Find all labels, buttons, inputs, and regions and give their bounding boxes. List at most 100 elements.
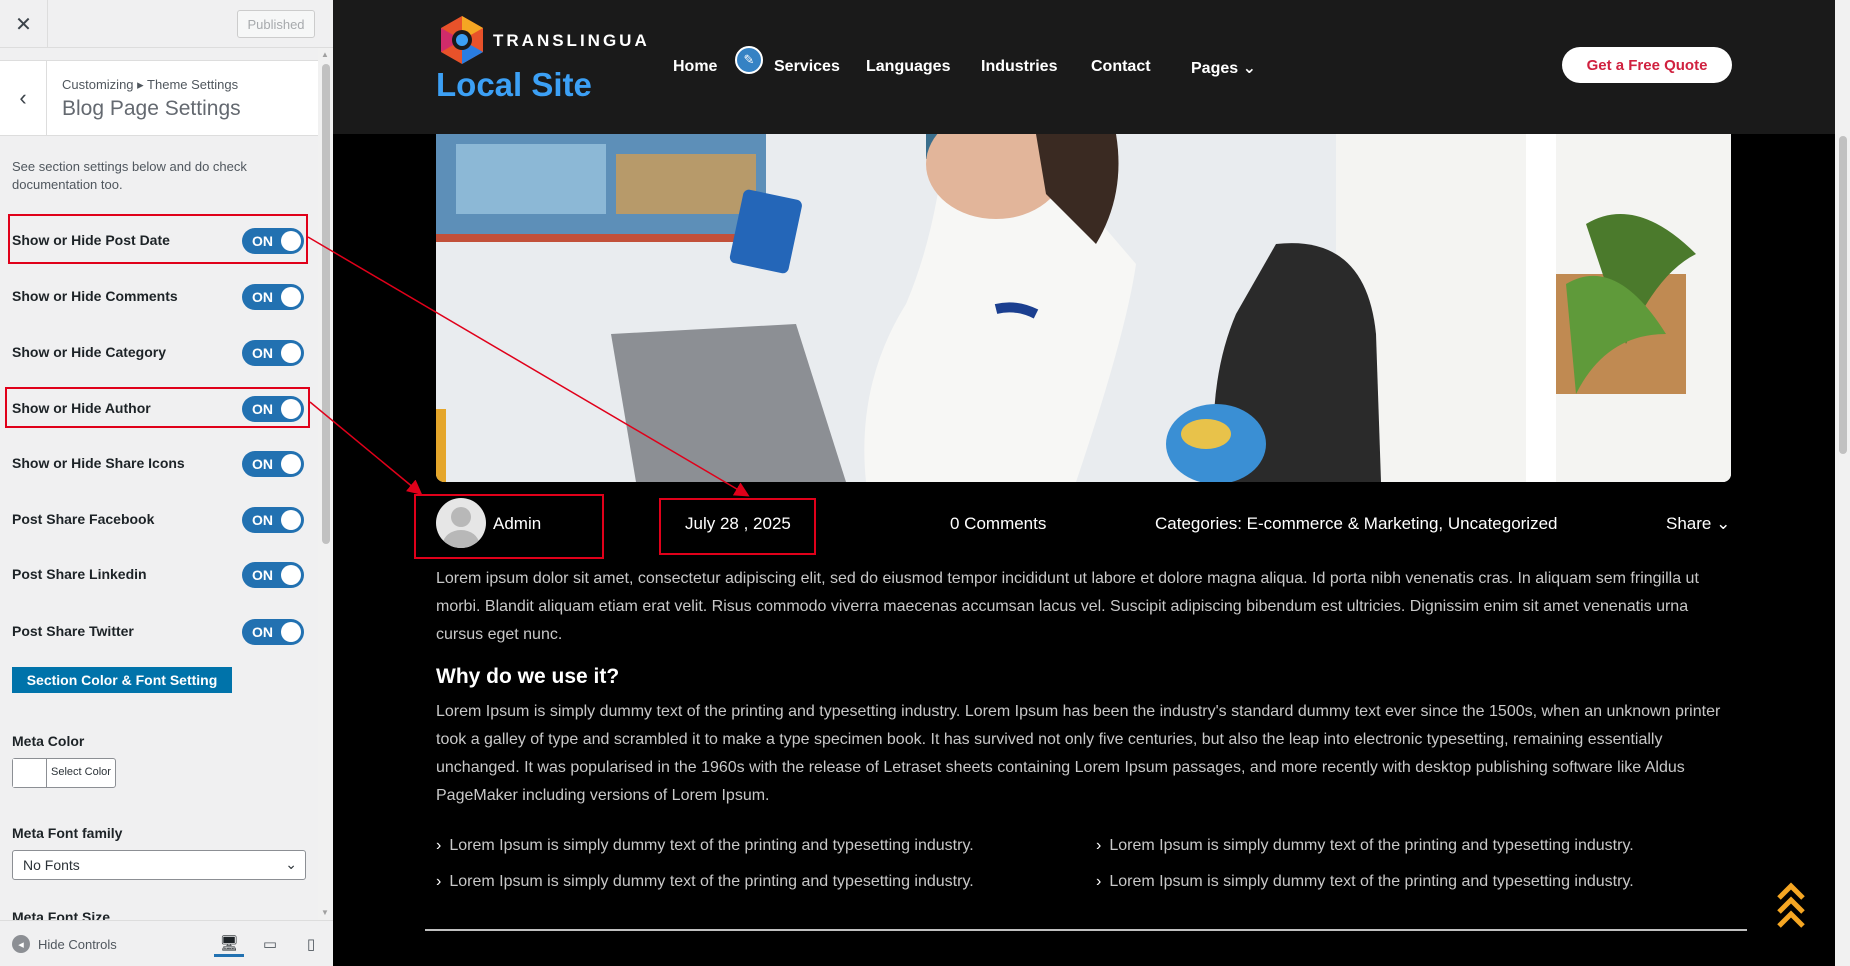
breadcrumb: Customizing ▸ Theme Settings xyxy=(62,77,239,92)
chevron-down-icon: ⌄ xyxy=(1242,60,1256,77)
nav-home[interactable]: Home xyxy=(673,58,717,76)
section-description: See section settings below and do check … xyxy=(12,159,247,192)
toggle-row-share-facebook: Post Share Facebook ON xyxy=(12,505,308,537)
customizer-topbar: ✕ Published xyxy=(0,0,333,48)
list-item-text: Lorem Ipsum is simply dummy text of the … xyxy=(1109,837,1634,854)
brand-name[interactable]: TRANSLINGUA xyxy=(493,31,650,51)
toggle-state: ON xyxy=(252,289,273,305)
meta-font-size-label: Meta Font Size xyxy=(12,909,111,920)
scrollbar-thumb[interactable] xyxy=(322,64,330,544)
toggle-switch[interactable]: ON xyxy=(242,507,304,533)
chevron-right-icon: › xyxy=(436,873,442,890)
section-title: Blog Page Settings xyxy=(62,97,241,120)
preview-scrollbar[interactable] xyxy=(1835,0,1850,966)
back-arrow-icon[interactable]: ‹ xyxy=(0,61,47,135)
nav-industries[interactable]: Industries xyxy=(981,58,1057,76)
post-comments[interactable]: 0 Comments xyxy=(950,514,1046,534)
meta-font-family-label: Meta Font family xyxy=(12,825,123,841)
toggle-state: ON xyxy=(252,624,273,640)
sidebar-scrollbar[interactable]: ▲ ▼ xyxy=(318,48,333,920)
toggle-knob xyxy=(281,454,301,474)
toggle-switch[interactable]: ON xyxy=(242,619,304,645)
site-title[interactable]: Local Site xyxy=(436,66,592,104)
hide-controls-button[interactable]: ◂ Hide Controls xyxy=(12,935,117,953)
toggle-row-share-twitter: Post Share Twitter ON xyxy=(12,617,308,649)
toggle-knob xyxy=(281,343,301,363)
list-item-text: Lorem Ipsum is simply dummy text of the … xyxy=(449,837,974,854)
logo-icon xyxy=(441,16,483,64)
nav-pages[interactable]: Pages ⌄ xyxy=(1191,58,1256,78)
customizer-footer: ◂ Hide Controls 🖥 ▭ ▯ xyxy=(0,920,333,966)
scroll-up-arrow-icon[interactable]: ▲ xyxy=(321,50,329,59)
nav-contact[interactable]: Contact xyxy=(1091,58,1151,76)
scrollbar-thumb[interactable] xyxy=(1839,136,1847,454)
published-button[interactable]: Published xyxy=(237,10,315,38)
section-color-font-button[interactable]: Section Color & Font Setting xyxy=(12,667,232,693)
post-categories[interactable]: Categories: E-commerce & Marketing, Unca… xyxy=(1155,514,1558,534)
site-header: TRANSLINGUA Local Site ✎ Home Services L… xyxy=(333,0,1835,134)
nav-services[interactable]: Services xyxy=(774,58,840,76)
highlight-box-author-meta xyxy=(414,494,604,559)
toggle-label: Show or Hide Category xyxy=(12,344,167,360)
edit-shortcut-pencil-icon[interactable]: ✎ xyxy=(735,46,763,74)
list-item-text: Lorem Ipsum is simply dummy text of the … xyxy=(449,873,974,890)
toggle-row-share-linkedin: Post Share Linkedin ON xyxy=(12,560,308,592)
scroll-to-top-icon[interactable] xyxy=(1773,882,1809,932)
meta-color-picker[interactable]: Select Color xyxy=(12,758,116,788)
toggle-row-share-icons: Show or Hide Share Icons ON xyxy=(12,449,308,481)
customizer-sidebar: ✕ Published ‹ Customizing ▸ Theme Settin… xyxy=(0,0,333,966)
toggle-state: ON xyxy=(252,456,273,472)
chevron-down-icon: ⌄ xyxy=(285,856,297,872)
highlight-box-post-date xyxy=(8,214,308,264)
meta-font-family-select[interactable]: No Fonts ⌄ xyxy=(12,850,306,880)
toggle-switch[interactable]: ON xyxy=(242,451,304,477)
highlight-box-date-meta xyxy=(659,498,816,555)
toggle-label: Post Share Linkedin xyxy=(12,566,147,582)
hide-controls-label: Hide Controls xyxy=(38,936,117,952)
site-preview: TRANSLINGUA Local Site ✎ Home Services L… xyxy=(333,0,1850,966)
list-item: › Lorem Ipsum is simply dummy text of the… xyxy=(1096,873,1634,891)
list-item: › Lorem Ipsum is simply dummy text of the… xyxy=(436,873,974,891)
mobile-preview-icon[interactable]: ▯ xyxy=(296,931,326,957)
list-item: › Lorem Ipsum is simply dummy text of the… xyxy=(436,837,974,855)
toggle-label: Post Share Twitter xyxy=(12,623,134,639)
toggle-knob xyxy=(281,510,301,530)
share-label: Share xyxy=(1666,514,1712,533)
toggle-label: Show or Hide Share Icons xyxy=(12,455,185,471)
list-item-text: Lorem Ipsum is simply dummy text of the … xyxy=(1109,873,1634,890)
post-paragraph: Lorem Ipsum is simply dummy text of the … xyxy=(436,703,1721,804)
toggle-switch[interactable]: ON xyxy=(242,284,304,310)
meta-color-label: Meta Color xyxy=(12,733,85,749)
toggle-state: ON xyxy=(252,567,273,583)
get-quote-button[interactable]: Get a Free Quote xyxy=(1562,47,1732,83)
toggle-row-comments: Show or Hide Comments ON xyxy=(12,282,308,314)
nav-languages[interactable]: Languages xyxy=(866,58,950,76)
toggle-label: Post Share Facebook xyxy=(12,511,155,527)
chevron-down-icon: ⌄ xyxy=(1716,514,1731,533)
tablet-preview-icon[interactable]: ▭ xyxy=(255,931,285,957)
highlight-box-author xyxy=(5,387,310,428)
toggle-switch[interactable]: ON xyxy=(242,562,304,588)
chevron-right-icon: › xyxy=(436,837,442,854)
chevron-right-icon: › xyxy=(1096,873,1102,890)
toggle-label: Show or Hide Comments xyxy=(12,288,178,304)
toggle-knob xyxy=(281,287,301,307)
scroll-down-arrow-icon[interactable]: ▼ xyxy=(321,908,329,917)
desktop-preview-icon[interactable]: 🖥 xyxy=(214,931,244,957)
color-swatch xyxy=(13,759,47,787)
post-featured-image xyxy=(436,134,1731,482)
post-subheading: Why do we use it? xyxy=(436,665,620,688)
collapse-icon: ◂ xyxy=(12,935,30,953)
select-color-label: Select Color xyxy=(51,766,111,778)
close-icon[interactable]: ✕ xyxy=(0,0,48,48)
customizer-panel: ‹ Customizing ▸ Theme Settings Blog Page… xyxy=(0,48,318,920)
share-dropdown[interactable]: Share ⌄ xyxy=(1666,514,1730,534)
section-header: ‹ Customizing ▸ Theme Settings Blog Page… xyxy=(0,60,318,136)
nav-pages-label: Pages xyxy=(1191,60,1239,77)
post-paragraph: Lorem ipsum dolor sit amet, consectetur … xyxy=(436,570,1699,643)
content-divider xyxy=(425,929,1747,931)
toggle-state: ON xyxy=(252,345,273,361)
toggle-switch[interactable]: ON xyxy=(242,340,304,366)
toggle-state: ON xyxy=(252,512,273,528)
toggle-row-category: Show or Hide Category ON xyxy=(12,338,308,370)
